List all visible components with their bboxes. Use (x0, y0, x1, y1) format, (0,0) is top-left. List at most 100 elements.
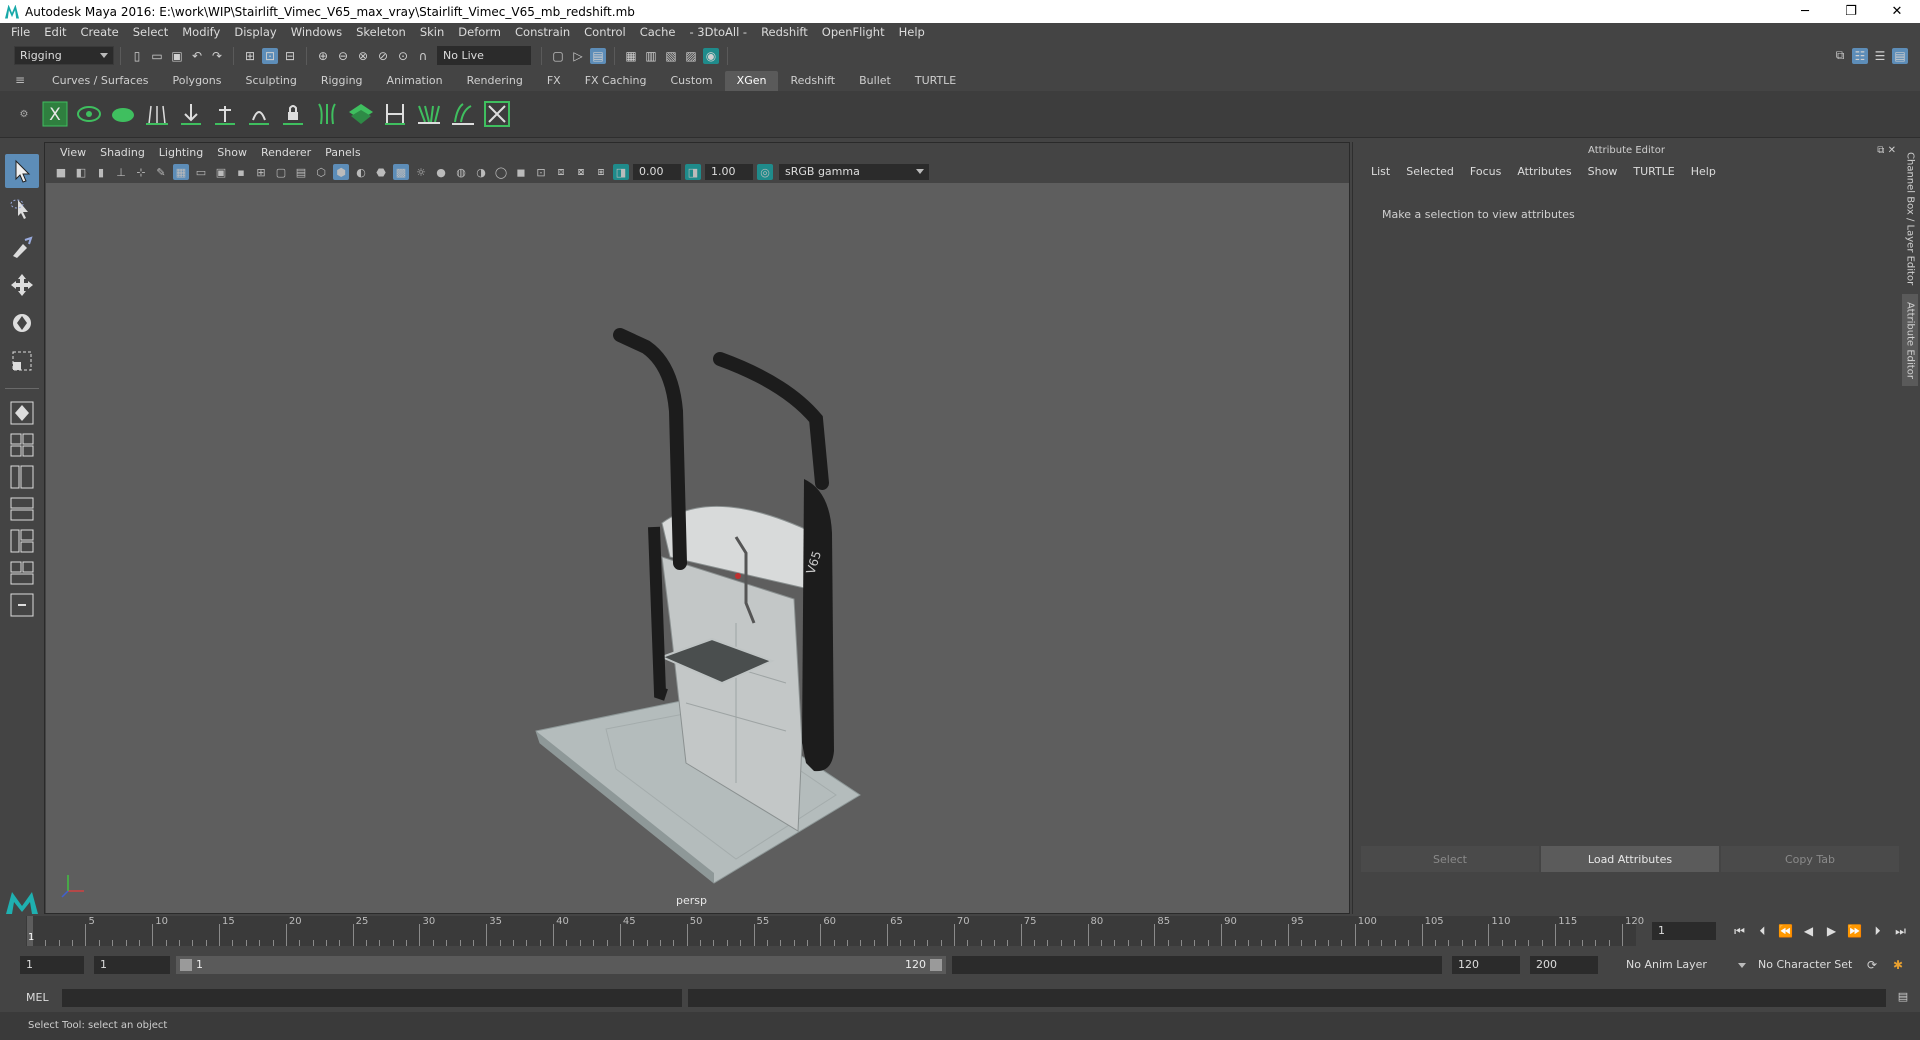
tab-turtle[interactable]: TURTLE (903, 71, 968, 91)
toggle-channel-box-icon[interactable]: ▤ (1892, 47, 1908, 64)
attr-menu-focus[interactable]: Focus (1462, 165, 1509, 178)
field-chart-icon[interactable]: ⊞ (253, 164, 269, 180)
magnet-icon[interactable]: ∩ (415, 48, 431, 64)
copy-tab-button[interactable]: Copy Tab (1721, 846, 1899, 872)
attr-menu-turtle[interactable]: TURTLE (1625, 165, 1682, 178)
grease-pencil-icon[interactable]: ✎ (153, 164, 169, 180)
move-tool-icon[interactable] (5, 268, 39, 302)
attr-menu-help[interactable]: Help (1683, 165, 1724, 178)
grid-icon[interactable]: ▦ (173, 164, 189, 180)
menu-skin[interactable]: Skin (413, 23, 451, 42)
hypershade-icon[interactable]: ◉ (703, 47, 719, 64)
view-transform-dropdown[interactable]: sRGB gamma (779, 164, 929, 180)
minimize-button[interactable]: ─ (1782, 0, 1828, 23)
shadows-icon[interactable]: ● (433, 164, 449, 180)
isolate-select-icon[interactable]: ⊡ (533, 164, 549, 180)
tab-bullet[interactable]: Bullet (847, 71, 903, 91)
anim-layer-dropdown[interactable]: No Anim Layer (1620, 956, 1746, 974)
step-back-key-icon[interactable]: ⏪ (1774, 922, 1797, 940)
construction-history-icon[interactable]: ▤ (590, 47, 606, 64)
tab-channel-box[interactable]: Channel Box / Layer Editor (1902, 150, 1918, 288)
motion-blur-icon[interactable]: ◑ (473, 164, 489, 180)
xgen-lock-guides-icon[interactable] (278, 99, 308, 129)
float-panel-icon[interactable]: ⧉ (1877, 145, 1884, 156)
xgen-create-description-icon[interactable] (108, 99, 138, 129)
new-scene-icon[interactable]: ▯ (129, 48, 145, 64)
select-button[interactable]: Select (1361, 846, 1539, 872)
image-plane-icon[interactable]: ⊥ (113, 164, 129, 180)
viewport-menu-panels[interactable]: Panels (318, 146, 367, 159)
save-scene-icon[interactable]: ▣ (169, 48, 185, 64)
close-button[interactable]: ✕ (1874, 0, 1920, 23)
playback-start-field[interactable]: 1 (94, 956, 170, 974)
xgen-select-guides-icon[interactable] (176, 99, 206, 129)
screen-space-ao-icon[interactable]: ◍ (453, 164, 469, 180)
output-ops-icon[interactable]: ▷ (570, 48, 586, 64)
select-hierarchy-icon[interactable]: ⊞ (242, 48, 258, 64)
menu-redshift[interactable]: Redshift (754, 23, 815, 42)
exposure-field[interactable]: 0.00 (633, 164, 681, 180)
current-frame-field[interactable]: 1 (1652, 922, 1716, 940)
attr-menu-attributes[interactable]: Attributes (1509, 165, 1579, 178)
menu-windows[interactable]: Windows (284, 23, 349, 42)
xgen-preview-icon[interactable] (74, 99, 104, 129)
tab-fx-caching[interactable]: FX Caching (573, 71, 659, 91)
snap-live-icon[interactable]: ⊙ (395, 48, 411, 64)
tab-polygons[interactable]: Polygons (161, 71, 234, 91)
wireframe-on-shaded-icon[interactable]: ⬣ (373, 164, 389, 180)
tab-attribute-editor[interactable]: Attribute Editor (1902, 294, 1918, 386)
default-material-icon[interactable]: ◐ (353, 164, 369, 180)
select-component-icon[interactable]: ⊟ (282, 48, 298, 64)
menu-cache[interactable]: Cache (633, 23, 683, 42)
play-backwards-icon[interactable]: ◀ (1797, 922, 1820, 940)
character-set-dropdown[interactable]: No Character Set (1752, 956, 1872, 974)
xray-icon[interactable]: ⧈ (553, 164, 569, 180)
safe-action-icon[interactable]: ▢ (273, 164, 289, 180)
safe-title-icon[interactable]: ▤ (293, 164, 309, 180)
lasso-tool-icon[interactable] (5, 192, 39, 226)
menu-control[interactable]: Control (577, 23, 633, 42)
xgen-groom-icon[interactable] (414, 99, 444, 129)
xgen-clear-icon[interactable] (482, 99, 512, 129)
xgen-add-guide-icon[interactable] (142, 99, 172, 129)
resolution-gate-icon[interactable]: ▣ (213, 164, 229, 180)
viewport-menu-view[interactable]: View (53, 146, 93, 159)
auto-key-icon[interactable]: ⟳ (1864, 957, 1880, 973)
menu-deform[interactable]: Deform (451, 23, 508, 42)
tab-animation[interactable]: Animation (375, 71, 455, 91)
rotate-tool-icon[interactable] (5, 306, 39, 340)
tab-redshift[interactable]: Redshift (778, 71, 847, 91)
persp-outliner-layout-icon[interactable] (7, 464, 37, 490)
xgen-rebuild-guides-icon[interactable] (244, 99, 274, 129)
animation-end-field[interactable]: 200 (1530, 956, 1598, 974)
color-management-icon[interactable]: ◎ (757, 164, 773, 180)
xray-joints-icon[interactable]: ⧇ (573, 164, 589, 180)
xgen-sculpt-icon[interactable] (448, 99, 478, 129)
attr-menu-selected[interactable]: Selected (1398, 165, 1462, 178)
viewport-menu-show[interactable]: Show (210, 146, 254, 159)
tab-curves-surfaces[interactable]: Curves / Surfaces (40, 71, 161, 91)
menu-3dtoall[interactable]: - 3DtoAll - (682, 23, 754, 42)
snap-point-icon[interactable]: ⊗ (355, 48, 371, 64)
render-settings-icon[interactable]: ▨ (683, 48, 699, 64)
viewport-menu-lighting[interactable]: Lighting (152, 146, 210, 159)
viewport-canvas[interactable]: V65 persp (46, 183, 1349, 913)
maximize-button[interactable]: ❐ (1828, 0, 1874, 23)
live-surface-field[interactable]: No Live Surface (437, 46, 531, 81)
persp-uv-layout-icon[interactable] (7, 560, 37, 586)
workspace-icon[interactable]: ⧉ (1832, 48, 1848, 64)
menu-modify[interactable]: Modify (175, 23, 227, 42)
snap-view-plane-icon[interactable]: ⊘ (375, 48, 391, 64)
bookmark-icon[interactable]: ▮ (93, 164, 109, 180)
exposure-icon[interactable]: ◨ (613, 164, 629, 180)
camera-select-icon[interactable]: ■ (53, 164, 69, 180)
render-view-icon[interactable]: ▦ (623, 48, 639, 64)
render-current-icon[interactable]: ▥ (643, 48, 659, 64)
range-slider[interactable]: 1 120 (176, 956, 946, 974)
four-view-layout-icon[interactable] (7, 432, 37, 458)
close-panel-icon[interactable]: ✕ (1888, 145, 1896, 156)
persp-hypershade-layout-icon[interactable] (7, 528, 37, 554)
attr-menu-show[interactable]: Show (1580, 165, 1626, 178)
single-perspective-layout-icon[interactable] (7, 400, 37, 426)
select-tool-icon[interactable] (5, 154, 39, 188)
